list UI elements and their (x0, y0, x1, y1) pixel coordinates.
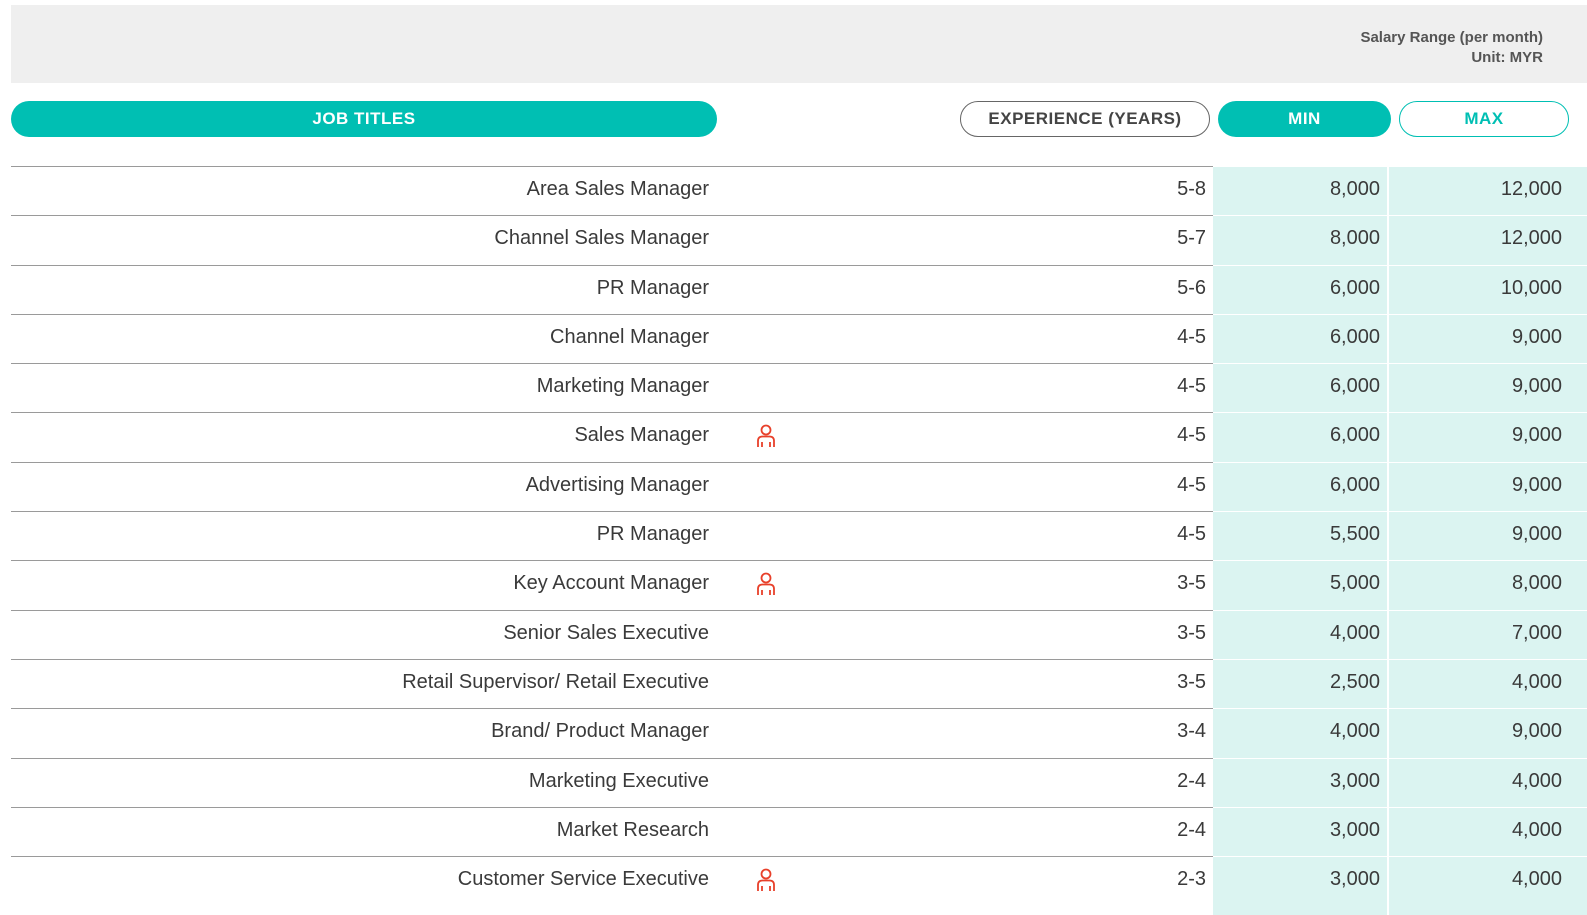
min-salary-cell: 6,000 (1329, 276, 1380, 299)
job-title-cell: Key Account Manager (513, 572, 709, 595)
min-salary-cell: 6,000 (1329, 424, 1380, 447)
job-title-cell: Retail Supervisor/ Retail Executive (402, 670, 709, 693)
person-icon (757, 868, 775, 892)
min-salary-cell: 5,000 (1329, 572, 1380, 595)
min-salary-cell: 8,000 (1329, 178, 1380, 200)
experience-cell: 4-5 (1177, 473, 1206, 496)
min-salary-cell: 4,000 (1329, 720, 1380, 743)
min-salary-cell: 4,000 (1329, 621, 1380, 644)
person-icon (757, 572, 775, 596)
job-titles-header[interactable]: JOB TITLES (11, 101, 717, 137)
experience-cell: 5-8 (1177, 178, 1206, 200)
job-title-cell: PR Manager (596, 523, 709, 546)
max-salary-cell: 9,000 (1511, 473, 1562, 496)
experience-cell: 3-4 (1177, 720, 1206, 743)
table-row: Market Research 2-4 3,000 4,000 (0, 806, 1587, 856)
max-salary-header[interactable]: MAX (1399, 101, 1569, 137)
min-salary-cell: 3,000 (1329, 769, 1380, 792)
job-title-cell: Brand/ Product Manager (491, 720, 709, 743)
min-salary-cell: 5,500 (1329, 523, 1380, 546)
min-salary-header[interactable]: MIN (1218, 101, 1391, 137)
header-band (11, 5, 1587, 83)
max-salary-cell: 4,000 (1511, 670, 1562, 693)
experience-cell: 5-7 (1177, 227, 1206, 250)
job-title-cell: Area Sales Manager (526, 178, 709, 200)
job-title-cell: Channel Sales Manager (494, 227, 709, 250)
job-title-cell: Market Research (556, 818, 709, 841)
salary-unit-label: Unit: MYR (1471, 49, 1543, 66)
max-salary-cell: 4,000 (1511, 818, 1562, 841)
experience-cell: 4-5 (1177, 424, 1206, 447)
experience-cell: 2-4 (1177, 818, 1206, 841)
min-salary-cell: 3,000 (1329, 818, 1380, 841)
max-salary-cell: 9,000 (1511, 523, 1562, 546)
table-row: PR Manager 4-5 5,500 9,000 (0, 511, 1587, 560)
job-title-cell: Marketing Manager (536, 375, 709, 398)
table-row: Brand/ Product Manager 3-4 4,000 9,000 (0, 708, 1587, 757)
table-row: Marketing Manager 4-5 6,000 9,000 (0, 363, 1587, 412)
experience-cell: 5-6 (1177, 276, 1206, 299)
job-title-cell: PR Manager (596, 276, 709, 299)
experience-cell: 3-5 (1177, 621, 1206, 644)
min-salary-cell: 3,000 (1329, 868, 1380, 891)
max-salary-cell: 12,000 (1500, 227, 1562, 250)
experience-header[interactable]: EXPERIENCE (YEARS) (960, 101, 1210, 137)
experience-cell: 4-5 (1177, 523, 1206, 546)
experience-cell: 4-5 (1177, 375, 1206, 398)
max-salary-cell: 4,000 (1511, 769, 1562, 792)
experience-cell: 2-4 (1177, 769, 1206, 792)
table-row: Channel Manager 4-5 6,000 9,000 (0, 313, 1587, 363)
job-title-cell: Channel Manager (550, 325, 709, 348)
min-salary-cell: 6,000 (1329, 325, 1380, 348)
table-row: Sales Manager 4-5 6,000 9,000 (0, 412, 1587, 461)
min-salary-cell: 6,000 (1329, 473, 1380, 496)
max-salary-cell: 8,000 (1511, 572, 1562, 595)
max-salary-cell: 9,000 (1511, 424, 1562, 447)
table-row: PR Manager 5-6 6,000 10,000 (0, 264, 1587, 314)
min-salary-cell: 2,500 (1329, 670, 1380, 693)
min-salary-cell: 8,000 (1329, 227, 1380, 250)
experience-cell: 4-5 (1177, 325, 1206, 348)
max-salary-cell: 12,000 (1500, 178, 1562, 200)
job-title-cell: Marketing Executive (528, 769, 709, 792)
job-title-cell: Senior Sales Executive (503, 621, 709, 644)
salary-range-note: Salary Range (per month) Unit: MYR (1360, 28, 1543, 68)
table-row: Customer Service Executive 2-3 3,000 4,000 (0, 856, 1587, 905)
person-icon (757, 425, 775, 448)
table-row: Retail Supervisor/ Retail Executive 3-5 2,… (0, 658, 1587, 708)
job-title-cell: Advertising Manager (525, 473, 709, 496)
max-salary-cell: 7,000 (1511, 621, 1562, 644)
min-salary-cell: 6,000 (1329, 375, 1380, 398)
table-row: Area Sales Manager 5-8 8,000 12,000 (0, 166, 1587, 215)
experience-cell: 3-5 (1177, 670, 1206, 693)
table-row: Senior Sales Executive 3-5 4,000 7,000 (0, 609, 1587, 659)
max-salary-cell: 9,000 (1511, 325, 1562, 348)
job-title-cell: Sales Manager (574, 424, 709, 447)
experience-cell: 2-3 (1177, 868, 1206, 891)
table-row: Advertising Manager 4-5 6,000 9,000 (0, 461, 1587, 511)
max-salary-cell: 4,000 (1511, 868, 1562, 891)
table-row: Marketing Executive 2-4 3,000 4,000 (0, 757, 1587, 807)
table-row: Channel Sales Manager 5-7 8,000 12,000 (0, 215, 1587, 264)
max-salary-cell: 9,000 (1511, 375, 1562, 398)
salary-range-label: Salary Range (per month) (1360, 29, 1543, 46)
experience-cell: 3-5 (1177, 572, 1206, 595)
max-salary-cell: 9,000 (1511, 720, 1562, 743)
salary-table: Area Sales Manager 5-8 8,000 12,000 Channel … (0, 166, 1587, 905)
max-salary-cell: 10,000 (1500, 276, 1562, 299)
table-row: Key Account Manager 3-5 5,000 8,000 (0, 560, 1587, 609)
job-title-cell: Customer Service Executive (457, 868, 709, 891)
